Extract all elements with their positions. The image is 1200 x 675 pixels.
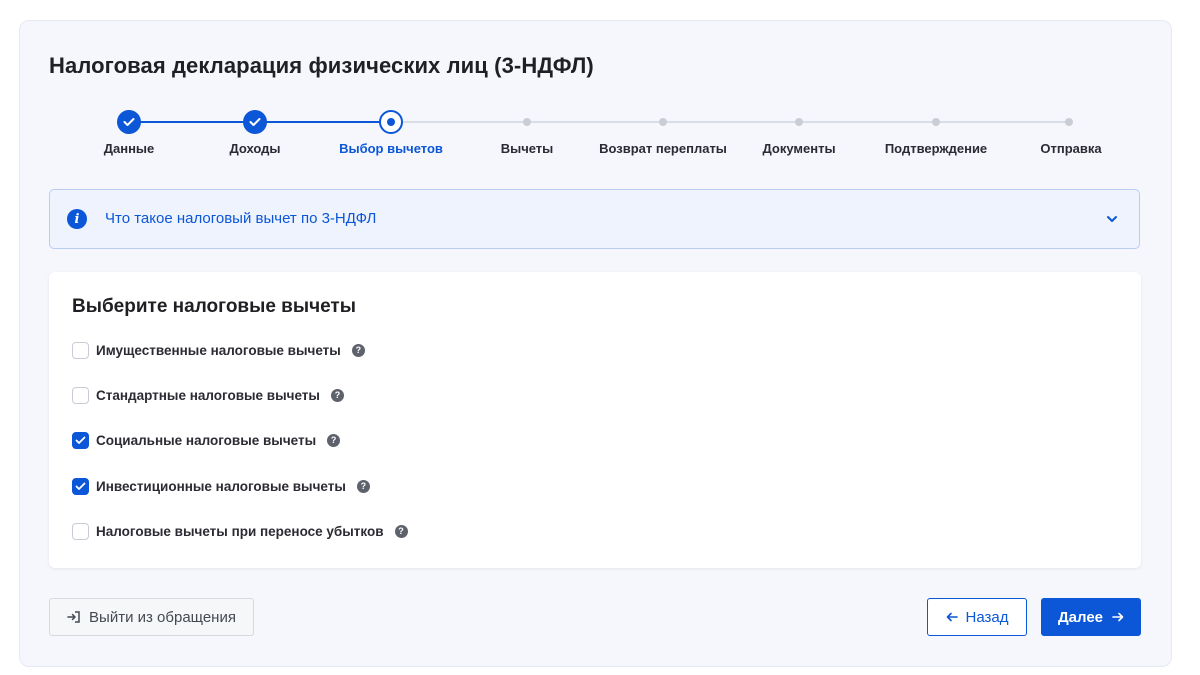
step-4-dot-icon xyxy=(523,118,531,126)
step-7-dot-icon xyxy=(932,118,940,126)
step-1-done-icon[interactable] xyxy=(117,110,141,134)
checkbox[interactable] xyxy=(72,522,89,540)
deduction-option-label[interactable]: Имущественные налоговые вычеты xyxy=(96,343,341,358)
exit-icon xyxy=(67,611,80,623)
arrow-left-icon xyxy=(946,612,958,622)
step-8-dot-icon xyxy=(1065,118,1073,126)
step-label-deductions: Вычеты xyxy=(500,141,554,156)
step-label-data[interactable]: Данные xyxy=(104,141,155,156)
help-icon[interactable]: ? xyxy=(351,343,365,357)
step-5-dot-icon xyxy=(659,118,667,126)
checkbox-checked[interactable] xyxy=(72,431,89,449)
deduction-option-investment[interactable]: Инвестиционные налоговые вычеты ? xyxy=(72,476,370,496)
deductions-card: Выберите налоговые вычеты Имущественные … xyxy=(49,272,1141,568)
back-button-label[interactable]: Назад xyxy=(966,609,1009,626)
help-icon[interactable]: ? xyxy=(356,479,370,493)
deduction-option-label[interactable]: Налоговые вычеты при переносе убытков xyxy=(96,524,384,539)
help-icon[interactable]: ? xyxy=(327,433,341,447)
step-3-current-icon xyxy=(379,110,403,134)
deduction-option-loss-carryforward[interactable]: Налоговые вычеты при переносе убытков ? xyxy=(72,521,408,541)
back-button[interactable]: Назад xyxy=(927,598,1027,636)
chevron-down-icon[interactable] xyxy=(1105,212,1119,226)
deduction-option-label[interactable]: Стандартные налоговые вычеты xyxy=(96,388,320,403)
checkbox-checked[interactable] xyxy=(72,477,89,495)
step-6-dot-icon xyxy=(795,118,803,126)
deduction-option-label[interactable]: Социальные налоговые вычеты xyxy=(96,433,316,448)
deduction-option-property[interactable]: Имущественные налоговые вычеты ? xyxy=(72,340,365,360)
checkbox[interactable] xyxy=(72,341,89,359)
deduction-option-social[interactable]: Социальные налоговые вычеты ? xyxy=(72,430,341,450)
deduction-option-label[interactable]: Инвестиционные налоговые вычеты xyxy=(96,479,346,494)
help-icon[interactable]: ? xyxy=(330,388,344,402)
info-icon: i xyxy=(67,209,87,229)
stepper-line-done xyxy=(129,121,255,123)
deduction-option-standard[interactable]: Стандартные налоговые вычеты ? xyxy=(72,385,344,405)
checkbox[interactable] xyxy=(72,386,89,404)
arrow-right-icon xyxy=(1112,612,1124,622)
panel-content: Налоговая декларация физических лиц (3-Н… xyxy=(19,20,1172,667)
help-icon[interactable]: ? xyxy=(394,524,408,538)
next-button-label[interactable]: Далее xyxy=(1058,609,1103,626)
stepper-line-done xyxy=(255,121,391,123)
info-expander[interactable]: i Что такое налоговый вычет по 3-НДФЛ xyxy=(49,189,1140,249)
stepper: Данные Доходы Выбор вычетов Вычеты Возвр… xyxy=(19,20,1172,180)
check-icon xyxy=(75,482,86,490)
next-button[interactable]: Далее xyxy=(1041,598,1141,636)
stepper-line-todo xyxy=(391,121,1070,123)
exit-button[interactable]: Выйти из обращения xyxy=(49,598,254,636)
deductions-title: Выберите налоговые вычеты xyxy=(72,296,356,317)
exit-button-label[interactable]: Выйти из обращения xyxy=(89,609,236,626)
check-icon xyxy=(75,436,86,444)
step-label-confirmation: Подтверждение xyxy=(884,141,988,156)
step-label-refund: Возврат переплаты xyxy=(599,141,727,156)
info-expander-label[interactable]: Что такое налоговый вычет по 3-НДФЛ xyxy=(105,210,376,227)
step-label-income[interactable]: Доходы xyxy=(229,141,280,156)
step-label-submit: Отправка xyxy=(1040,141,1102,156)
step-2-done-icon[interactable] xyxy=(243,110,267,134)
step-label-choose-deductions: Выбор вычетов xyxy=(339,141,443,156)
step-label-documents: Документы xyxy=(762,141,836,156)
